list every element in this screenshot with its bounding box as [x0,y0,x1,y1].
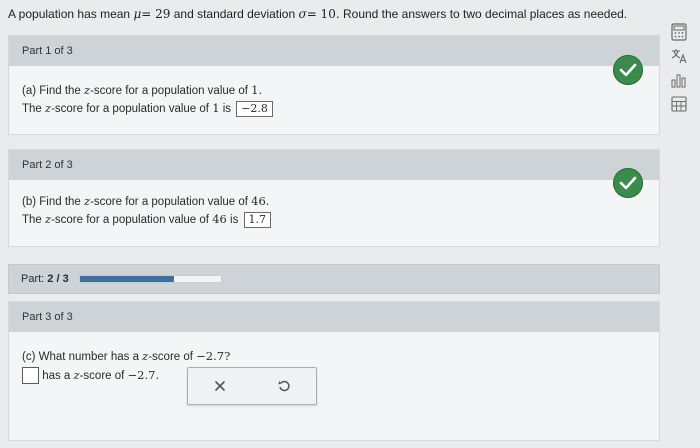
part-3-heading: Part 3 of 3 [9,302,659,332]
calculator-icon[interactable] [669,22,689,42]
side-toolbar [665,22,693,118]
translate-icon[interactable] [669,46,689,66]
part-1-answer-box[interactable]: −2.8 [236,101,273,117]
progress-fill [79,276,174,282]
part-3-answer-input[interactable] [22,367,39,385]
part-progress: Part: 2 / 3 [8,264,660,294]
part-1-answer-line: The z-score for a population value of 1 … [22,100,646,118]
table-icon[interactable] [669,94,689,114]
progress-track [78,275,222,283]
clear-x-icon[interactable] [214,380,226,392]
part-2-correct-check-icon [613,168,643,198]
part-2-question: (b) Find the z-score for a population va… [22,194,270,208]
part-2-panel: Part 2 of 3 (b) Find the z-score for a p… [8,149,660,247]
part-1-question: (a) Find the z-score for a population va… [22,83,263,97]
part-2-answer-line: The z-score for a population value of 46… [22,211,646,229]
part-1-panel: Part 1 of 3 (a) Find the z-score for a p… [8,35,660,135]
part-2-heading: Part 2 of 3 [9,150,659,180]
part-3-answer-line: has a z-score of −2.7. [22,367,646,385]
part-3-panel: Part 3 of 3 (c) What number has a z-scor… [8,301,660,441]
part-1-correct-check-icon [613,55,643,85]
part-1-heading: Part 1 of 3 [9,36,659,66]
answer-actions [187,367,317,405]
statistics-chart-icon[interactable] [669,70,689,90]
problem-statement: A population has mean μ= 29 and standard… [8,7,628,21]
undo-icon[interactable] [277,379,291,393]
part-3-question: (c) What number has a z-score of −2.7? [22,349,231,363]
part-2-answer-box[interactable]: 1.7 [243,212,272,228]
